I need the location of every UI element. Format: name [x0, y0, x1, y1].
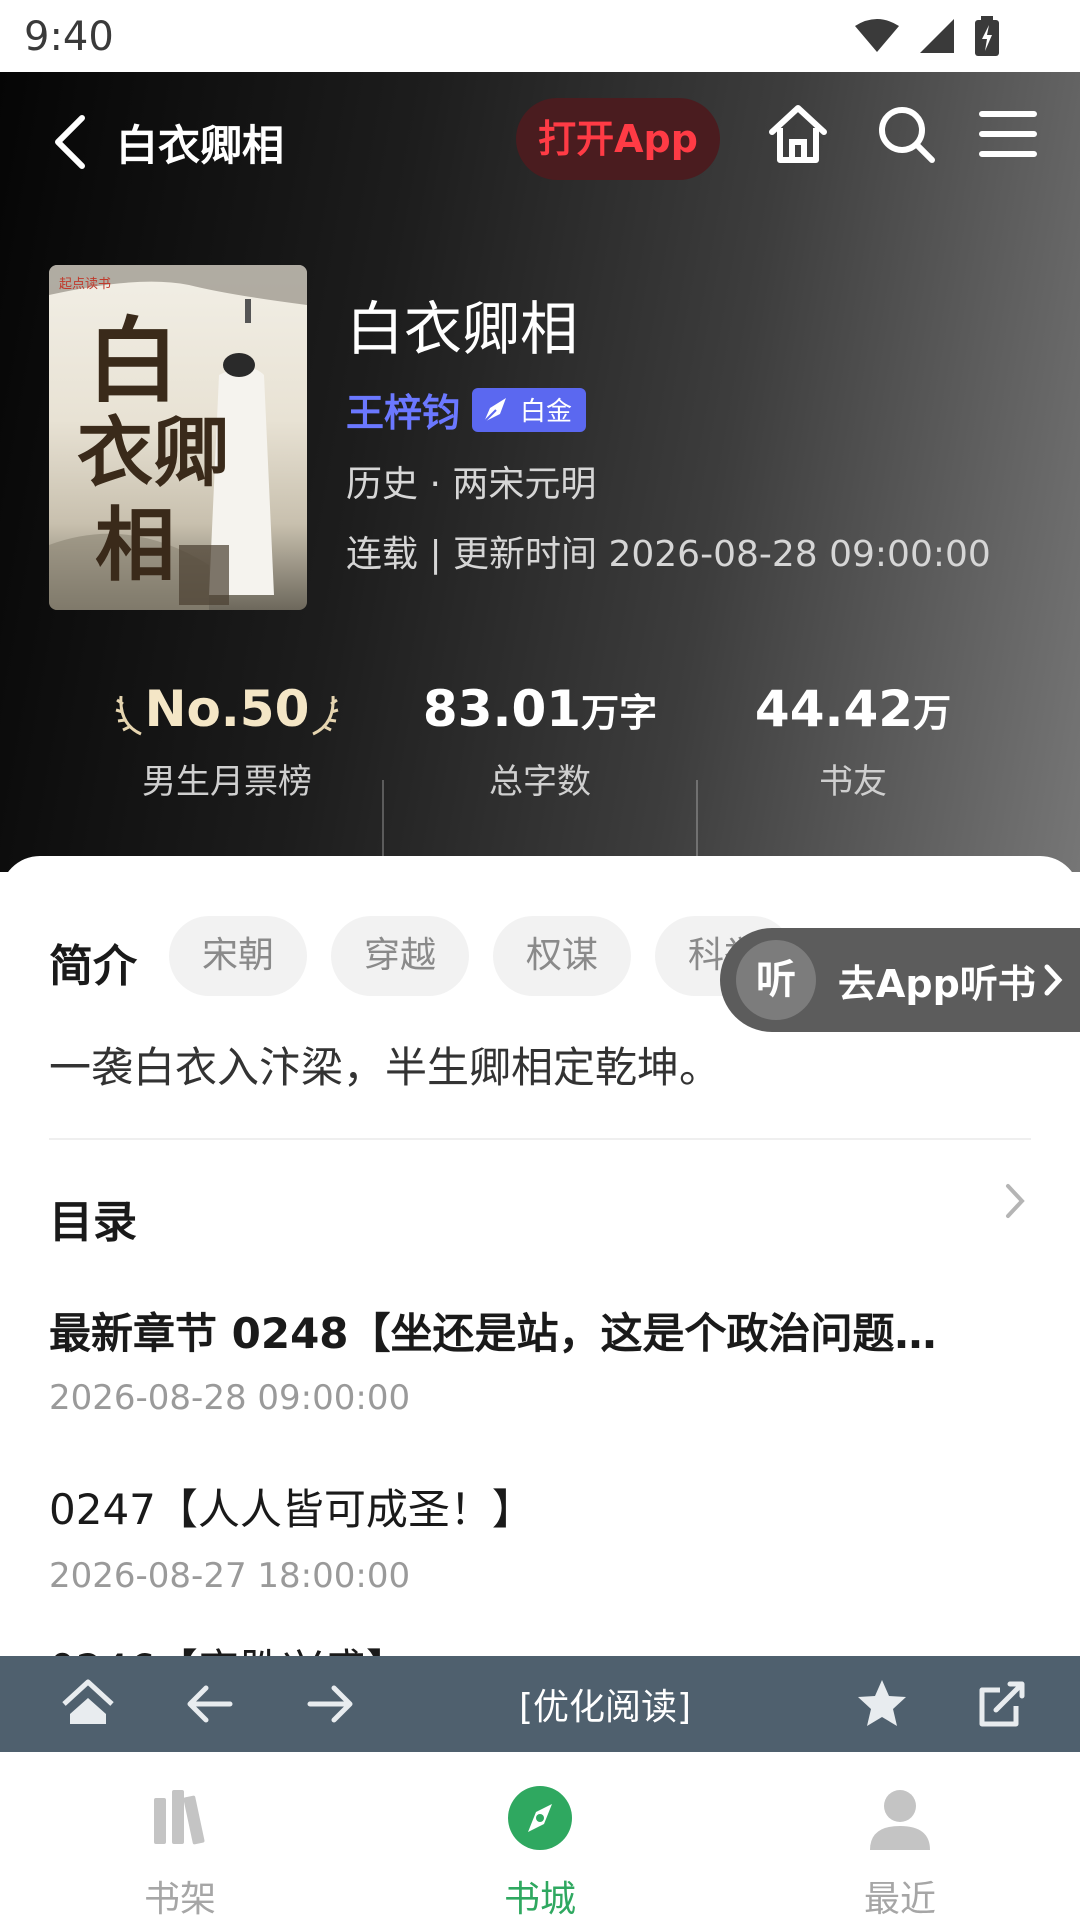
stat-rank[interactable]: No.50 男生月票榜	[62, 680, 392, 803]
share-icon[interactable]	[972, 1674, 1032, 1734]
tag-chip[interactable]: 宋朝	[169, 916, 307, 996]
quill-icon	[483, 397, 507, 423]
tab-bookshelf-label: 书架	[143, 1879, 216, 1920]
signal-icon	[920, 19, 954, 53]
back-icon[interactable]	[48, 112, 92, 172]
tab-bookshelf[interactable]: 书架	[80, 1782, 280, 1920]
menu-icon[interactable]	[974, 100, 1042, 168]
stat-rank-label: 男生月票榜	[142, 762, 312, 802]
stat-words: 83.01万字 总字数	[375, 680, 705, 803]
cover-calligraphy-2: 衣卿	[77, 408, 229, 497]
tab-recent[interactable]: 最近	[800, 1782, 1000, 1920]
author-row: 王梓钧 白金	[346, 382, 1046, 437]
stat-readers: 44.42万 书友	[688, 680, 1018, 803]
browser-toolbar: [优化阅读]	[0, 1656, 1080, 1752]
bookshelf-icon	[154, 1790, 205, 1845]
book-genre[interactable]: 历史 · 两宋元明	[346, 455, 1046, 507]
search-icon[interactable]	[872, 100, 940, 168]
intro-label: 简介	[49, 941, 137, 992]
book-info: 白衣卿相 王梓钧 白金 历史 · 两宋元明 连载 | 更新时间 2026-08-…	[346, 300, 1046, 577]
status-bar: 9:40	[0, 0, 1080, 72]
laurel-right-icon	[312, 695, 339, 735]
author-level-badge: 白金	[472, 387, 587, 432]
chevron-right-icon[interactable]	[1000, 1176, 1030, 1226]
listen-icon: 听	[736, 940, 816, 1020]
nav-title: 白衣卿相	[116, 121, 285, 170]
book-status: 连载 | 更新时间 2026-08-28 09:00:00	[346, 534, 991, 575]
cover-calligraphy-1: 白	[87, 307, 180, 415]
stat-readers-label: 书友	[819, 762, 887, 802]
chapter-title[interactable]: 最新章节 0248【坐还是站，这是个政治问题…	[49, 1300, 1029, 1361]
book-description: 一袭白衣入汴梁，半生卿相定乾坤。	[49, 1043, 722, 1092]
cover-calligraphy-3: 相	[95, 498, 175, 592]
compass-icon	[508, 1786, 572, 1850]
tab-recent-label: 最近	[863, 1879, 936, 1920]
chevron-right-icon	[1044, 964, 1063, 996]
status-icons	[854, 14, 1000, 58]
status-time: 9:40	[24, 14, 114, 60]
cover-publisher: 起点读书	[59, 277, 112, 292]
optimize-reading-button[interactable]: [优化阅读]	[0, 1678, 1080, 1730]
author-level-label: 白金	[520, 397, 573, 427]
tag-chip[interactable]: 穿越	[331, 916, 469, 996]
book-hero: 白衣卿相 打开App 起点读书 白 衣卿 相 白衣卿相 王梓钧 白金 历史 · …	[0, 72, 1080, 872]
stat-readers-value: 44.42万	[754, 680, 952, 738]
chapter-date: 2026-08-28 09:00:00	[49, 1378, 411, 1418]
home-icon[interactable]	[764, 100, 832, 168]
wifi-icon	[855, 19, 899, 52]
star-icon[interactable]	[852, 1674, 912, 1734]
toc-label[interactable]: 目录	[49, 1186, 137, 1250]
listen-label: 去App听书	[838, 961, 1036, 1006]
open-app-button[interactable]: 打开App	[516, 98, 720, 180]
chapter-title[interactable]: 0247【人人皆可成圣！】	[49, 1476, 1029, 1537]
stat-words-value: 83.01万字	[422, 680, 658, 738]
stat-rank-value: No.50	[62, 680, 392, 738]
listen-in-app-button[interactable]: 听 去App听书	[720, 928, 1080, 1032]
book-title: 白衣卿相	[346, 295, 579, 363]
bottom-tab-bar: 书架 书城 最近	[0, 1752, 1080, 1920]
tag-chip[interactable]: 权谋	[493, 916, 631, 996]
user-icon	[870, 1790, 930, 1850]
top-nav: 白衣卿相 打开App	[0, 72, 1080, 202]
stat-words-label: 总字数	[489, 762, 591, 802]
tab-bookstore[interactable]: 书城	[440, 1782, 640, 1920]
book-cover[interactable]: 起点读书 白 衣卿 相	[49, 265, 307, 610]
book-stats: No.50 男生月票榜 83.01万字 总字数 44.42万 书友	[0, 680, 1080, 864]
section-divider	[49, 1138, 1031, 1140]
author-name[interactable]: 王梓钧	[346, 382, 460, 437]
battery-icon	[975, 16, 999, 56]
tab-bookstore-label: 书城	[503, 1879, 576, 1920]
chapter-date: 2026-08-27 18:00:00	[49, 1556, 411, 1596]
book-detail-card: 简介 宋朝 穿越 权谋 科举 听 去App听书 一袭白衣入汴梁，半生卿相定乾坤。…	[0, 856, 1080, 1694]
laurel-left-icon	[115, 695, 142, 735]
